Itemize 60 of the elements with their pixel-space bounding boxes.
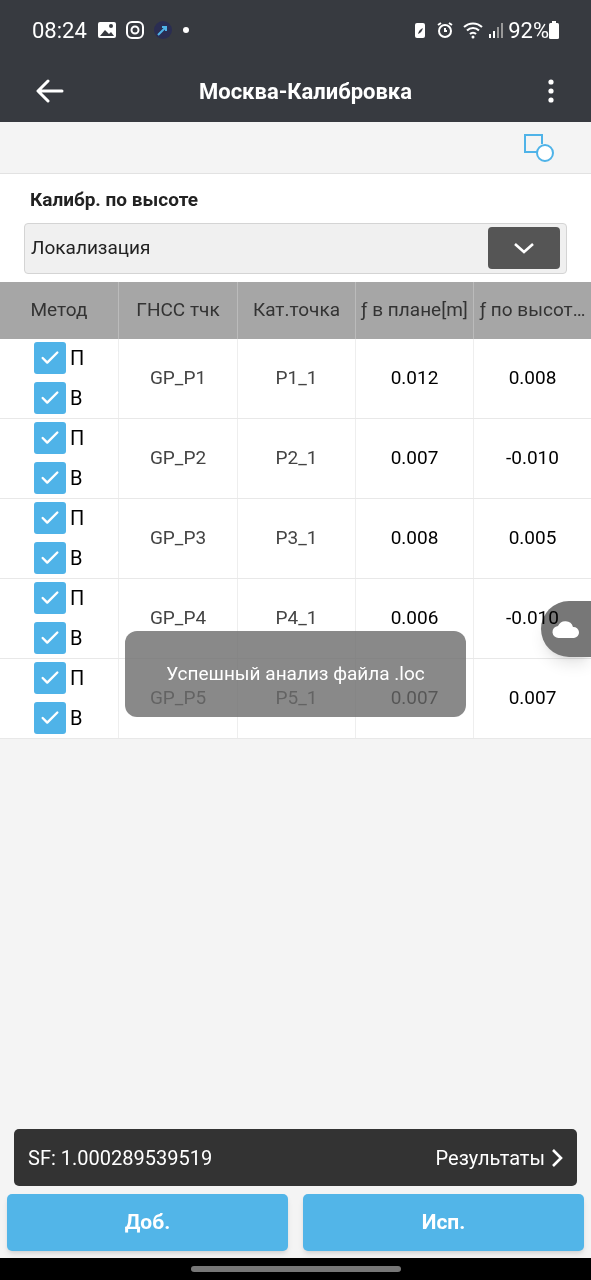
- table-cell-text: 0.005: [508, 524, 557, 551]
- column-header: ƒ в плане[m]: [355, 281, 473, 339]
- method-label: В: [70, 465, 83, 492]
- method-label: В: [70, 545, 83, 572]
- method-label: В: [70, 705, 83, 732]
- scale-factor: SF: 1.000289539519: [28, 1144, 214, 1172]
- checkbox[interactable]: [34, 662, 66, 694]
- field-label: Калибр. по высоте: [29, 187, 199, 213]
- method-label: П: [70, 345, 85, 372]
- battery-icon: [549, 21, 559, 39]
- table-cell-text: -0.010: [506, 444, 559, 471]
- gallery-icon: [96, 21, 117, 39]
- method-label: П: [70, 505, 85, 532]
- method-label: П: [70, 585, 85, 612]
- table-cell: 0.007: [355, 418, 473, 498]
- table-cell-text: 0.007: [508, 684, 557, 711]
- method-label: В: [70, 625, 83, 652]
- alarm-icon: [436, 21, 455, 39]
- checkbox[interactable]: [34, 582, 66, 614]
- column-header: Метод: [29, 296, 89, 323]
- battery-level: 92%: [508, 16, 549, 45]
- chevron-right-icon: [551, 1147, 563, 1168]
- table-cell: P3_1: [237, 498, 355, 578]
- dropdown-button[interactable]: [488, 227, 560, 269]
- signal-icon: [488, 21, 505, 39]
- chevron-down-icon: [513, 242, 535, 254]
- window-title: Москва-Калибровка: [197, 77, 414, 106]
- table-cell: GP_P3: [118, 498, 237, 578]
- battery-saver-icon: [414, 21, 427, 39]
- back-icon[interactable]: [36, 79, 64, 103]
- column-header: Кат.точка: [237, 281, 355, 339]
- table-cell: P2_1: [237, 418, 355, 498]
- column-header: ГНСС тчк: [118, 281, 237, 339]
- dropdown[interactable]: Локализация: [24, 222, 567, 274]
- checkbox[interactable]: [34, 502, 66, 534]
- table-cell: GP_P2: [118, 418, 237, 498]
- column-header: ƒ по высот…: [473, 281, 591, 339]
- checkbox[interactable]: [34, 702, 66, 734]
- status-time: 08:24: [32, 16, 87, 45]
- table-cell: GP_P1: [118, 338, 237, 418]
- table-cell: 0.012: [355, 338, 473, 418]
- app-icon: [152, 20, 173, 40]
- results-link[interactable]: Результаты: [435, 1142, 563, 1173]
- table-cell: P1_1: [237, 338, 355, 418]
- wifi-icon: [462, 21, 485, 39]
- checkbox[interactable]: [34, 462, 66, 494]
- camera-icon: [124, 20, 145, 40]
- table-cell-text: -0.010: [506, 604, 559, 631]
- checkbox[interactable]: [34, 542, 66, 574]
- more-icon[interactable]: [547, 79, 555, 103]
- checkbox[interactable]: [34, 382, 66, 414]
- table-cell-text: 0.008: [508, 364, 557, 391]
- checkbox[interactable]: [34, 422, 66, 454]
- checkbox[interactable]: [34, 622, 66, 654]
- shapes-icon[interactable]: [523, 132, 555, 163]
- method-label: П: [70, 425, 85, 452]
- table-cell: 0.008: [355, 498, 473, 578]
- method-label: П: [70, 665, 85, 692]
- checkbox[interactable]: [34, 342, 66, 374]
- method-label: В: [70, 385, 83, 412]
